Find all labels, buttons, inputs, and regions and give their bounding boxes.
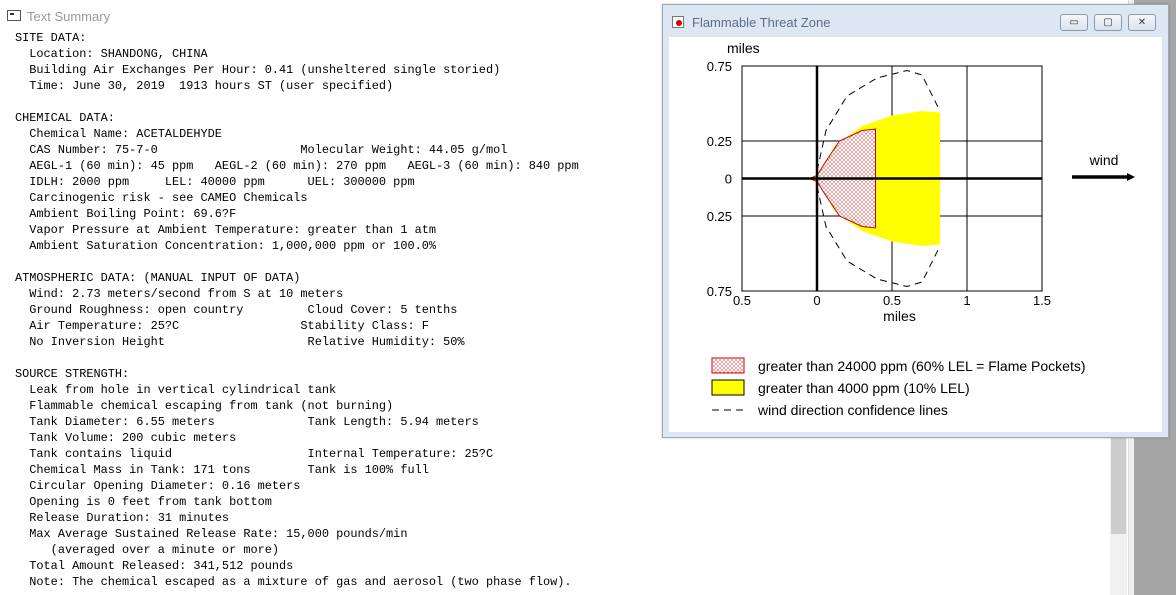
text-summary-title: Text Summary [27, 9, 111, 24]
summary-line: Release Duration: 31 minutes [15, 511, 230, 525]
y-tick-label: 0 [725, 172, 732, 187]
summary-line: Carcinogenic risk - see CAMEO Chemicals [15, 191, 308, 205]
document-icon [7, 10, 21, 21]
legend-label: greater than 4000 ppm (10% LEL) [758, 380, 970, 396]
summary-line: Vapor Pressure at Ambient Temperature: g… [15, 223, 436, 237]
legend-label: wind direction confidence lines [757, 402, 948, 418]
summary-line: Tank Volume: 200 cubic meters [15, 431, 237, 445]
x-tick-label: 0.5 [883, 293, 901, 308]
summary-line: Chemical Mass in Tank: 171 tons Tank is … [15, 463, 429, 477]
summary-line [15, 94, 579, 110]
summary-line: CAS Number: 75-7-0 Molecular Weight: 44.… [15, 143, 508, 157]
legend-swatch-flame-pockets [711, 357, 745, 374]
summary-line: (averaged over a minute or more) [15, 543, 280, 557]
threat-zone-plot-area: 0.75 0.25 0 0.25 0.75 0.5 0 0.5 1 1.5 miles miles wi… [669, 37, 1162, 432]
summary-line: Max Average Sustained Release Rate: 15,0… [15, 527, 408, 541]
summary-line: ATMOSPHERIC DATA: (MANUAL INPUT OF DATA) [15, 271, 301, 285]
y-tick-label: 0.25 [707, 134, 732, 149]
text-summary-content[interactable]: SITE DATA: Location: SHANDONG, CHINA Bui… [15, 30, 579, 590]
summary-line: Opening is 0 feet from tank bottom [15, 495, 272, 509]
summary-line: Ambient Boiling Point: 69.6?F [15, 207, 237, 221]
summary-line: Total Amount Released: 341,512 pounds [15, 559, 294, 573]
summary-line: IDLH: 2000 ppm LEL: 40000 ppm UEL: 30000… [15, 175, 415, 189]
summary-line: No Inversion Height Relative Humidity: 5… [15, 335, 465, 349]
x-tick-label: 0 [813, 293, 820, 308]
y-tick-label: 0.25 [707, 209, 732, 224]
y-tick-label: 0.75 [707, 284, 732, 299]
y-axis-label: miles [727, 40, 760, 56]
summary-line: Wind: 2.73 meters/second from S at 10 me… [15, 287, 344, 301]
threat-zone-title: Flammable Threat Zone [692, 15, 831, 30]
summary-line: CHEMICAL DATA: [15, 111, 115, 125]
threat-zone-chart: 0.750.2500.250.750.5 0 0.5 1 1.5milesmileswi… [707, 40, 1135, 418]
summary-line: Location: SHANDONG, CHINA [15, 47, 208, 61]
summary-line [15, 254, 579, 270]
wind-label: wind [1089, 152, 1119, 168]
summary-line: Circular Opening Diameter: 0.16 meters [15, 479, 301, 493]
summary-line: Air Temperature: 25?C Stability Class: F [15, 319, 429, 333]
summary-line: SOURCE STRENGTH: [15, 367, 130, 381]
x-tick-label: 1.5 [1033, 293, 1051, 308]
summary-line: SITE DATA: [15, 31, 87, 45]
close-button[interactable]: ✕ [1128, 14, 1156, 31]
app-icon [672, 16, 684, 28]
summary-line: Note: The chemical escaped as a mixture … [15, 575, 572, 589]
legend-label: greater than 24000 ppm (60% LEL = Flame … [758, 358, 1086, 374]
summary-line: Building Air Exchanges Per Hour: 0.41 (u… [15, 63, 501, 77]
legend-swatch-10-lel [711, 379, 745, 396]
summary-line: Tank Diameter: 6.55 meters Tank Length: … [15, 415, 479, 429]
minimize-button[interactable]: ▭ [1060, 14, 1088, 31]
summary-line: Leak from hole in vertical cylindrical t… [15, 383, 337, 397]
x-axis-label: miles [883, 308, 916, 324]
summary-line: Tank contains liquid Internal Temperatur… [15, 447, 494, 461]
threat-zone-window: Flammable Threat Zone ▭ ▢ ✕ 0.75 0.25 0 0.2… [662, 4, 1169, 438]
x-tick-label: 1 [963, 293, 970, 308]
y-tick-label: 0.75 [707, 59, 732, 74]
summary-line: Ambient Saturation Concentration: 1,000,… [15, 239, 436, 253]
scrollbar-thumb[interactable] [1111, 426, 1126, 534]
threat-zone-titlebar[interactable]: Flammable Threat Zone ▭ ▢ ✕ [663, 5, 1168, 36]
maximize-button[interactable]: ▢ [1094, 14, 1122, 31]
summary-line: Ground Roughness: open country Cloud Cov… [15, 303, 458, 317]
summary-line: Time: June 30, 2019 1913 hours ST (user … [15, 79, 394, 93]
summary-line: Chemical Name: ACETALDEHYDE [15, 127, 222, 141]
summary-line [15, 350, 579, 366]
summary-line: AEGL-1 (60 min): 45 ppm AEGL-2 (60 min):… [15, 159, 579, 173]
summary-line: Flammable chemical escaping from tank (n… [15, 399, 394, 413]
x-tick-label: 0.5 [733, 293, 751, 308]
